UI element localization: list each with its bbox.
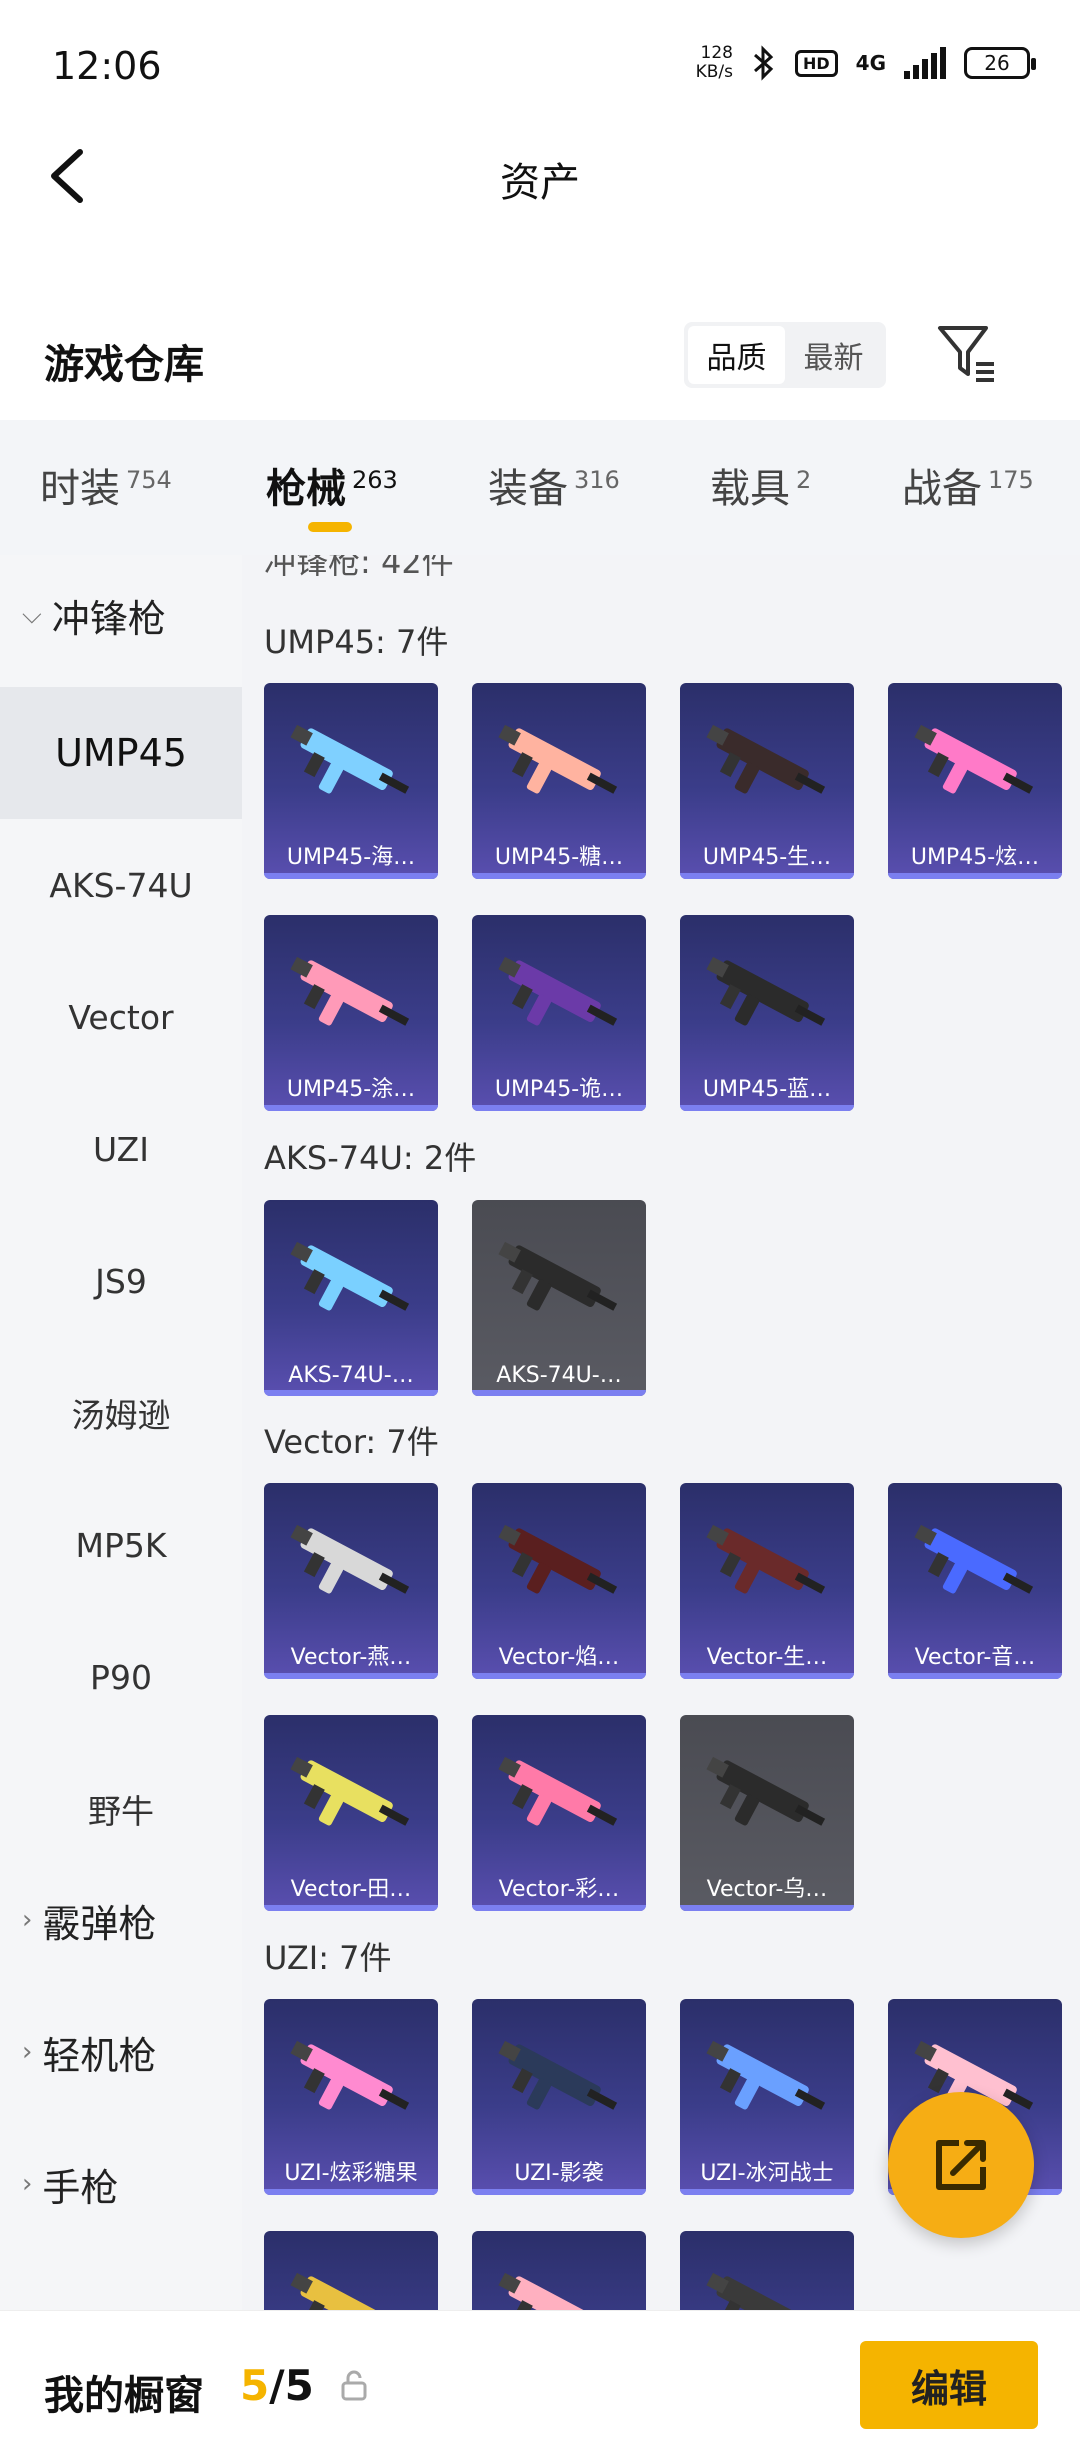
chevron-right-icon: ›: [22, 2169, 33, 2199]
weapon-card[interactable]: UMP45-海…: [264, 683, 438, 879]
share-fab[interactable]: [888, 2092, 1034, 2238]
warehouse-title: 游戏仓库: [44, 342, 204, 388]
sidebar-item-p90[interactable]: P90: [0, 1611, 242, 1743]
weapon-skin-image: [706, 1524, 826, 1594]
weapon-skin-image: [290, 2272, 393, 2310]
weapon-card[interactable]: [472, 2231, 646, 2310]
weapon-card[interactable]: UZI-炫彩糖果: [264, 1999, 438, 2195]
weapon-card[interactable]: Vector-燕…: [264, 1483, 438, 1679]
section-header: AKS-74U: 2件: [264, 1139, 477, 1177]
showcase-label: 我的橱窗: [44, 2373, 204, 2419]
weapon-card[interactable]: UMP45-糖…: [472, 683, 646, 879]
weapon-skin-image: [914, 724, 1034, 794]
network-type: 4G: [855, 51, 886, 75]
weapon-skin-image: [498, 724, 618, 794]
battery-icon: 26: [964, 47, 1036, 79]
status-time: 12:06: [52, 44, 162, 88]
weapon-skin-image: [706, 2040, 826, 2110]
weapon-skin-image: [706, 724, 826, 794]
sidebar-item-thompson[interactable]: 汤姆逊: [0, 1347, 242, 1479]
weapon-skin-image: [498, 1756, 618, 1826]
section-header: UZI: 7件: [264, 1939, 392, 1977]
bluetooth-icon: [753, 45, 774, 81]
weapon-skin-image: [290, 2040, 410, 2110]
weapon-card[interactable]: Vector-田…: [264, 1715, 438, 1911]
tab-equipment[interactable]: 装备 316: [488, 456, 620, 514]
weapon-skin-image: [498, 1524, 618, 1594]
chevron-down-icon: ⌵: [22, 599, 42, 630]
weapon-skin-image: [498, 2040, 618, 2110]
weapon-card[interactable]: [264, 2231, 438, 2310]
weapon-card[interactable]: UZI-影袭: [472, 1999, 646, 2195]
signal-icon: [904, 47, 946, 79]
sidebar-item-ump45[interactable]: UMP45: [0, 687, 242, 819]
sort-newest-button[interactable]: 最新: [785, 326, 882, 384]
weapon-sidebar: ⌵ 冲锋枪 UMP45 AKS-74U Vector UZI JS9 汤姆逊 MP…: [0, 555, 242, 2310]
status-bar: 12:06 128 KB/s HD 4G 26: [0, 0, 1080, 140]
hd-badge: HD: [794, 49, 838, 77]
weapon-card[interactable]: Vector-音…: [888, 1483, 1062, 1679]
weapon-skin-image: [498, 956, 618, 1026]
weapon-skin-image: [706, 2272, 809, 2310]
category-tabs: 时装 754 枪械 263 装备 316 载具 2 战备 175: [0, 420, 1080, 555]
weapon-card[interactable]: UMP45-炫…: [888, 683, 1062, 879]
tab-guns[interactable]: 枪械 263: [266, 456, 398, 532]
sidebar-item-aks74u[interactable]: AKS-74U: [0, 819, 242, 951]
weapon-card[interactable]: UMP45-蓝…: [680, 915, 854, 1111]
filter-icon[interactable]: [936, 322, 996, 382]
sidebar-group-lmg[interactable]: › 轻机枪: [0, 2017, 242, 2087]
sidebar-item-js9[interactable]: JS9: [0, 1215, 242, 1347]
sidebar-item-uzi[interactable]: UZI: [0, 1083, 242, 1215]
section-header-smg: 冲锋枪: 42件: [264, 555, 454, 581]
sort-toggle: 品质 最新: [684, 322, 886, 388]
tab-fashion[interactable]: 时装 754: [40, 456, 172, 514]
weapon-grid: 冲锋枪: 42件 UMP45: 7件 UMP45-海… UMP45-糖… UMP…: [242, 555, 1080, 2310]
weapon-skin-image: [290, 1524, 410, 1594]
weapon-card[interactable]: Vector-生…: [680, 1483, 854, 1679]
chevron-right-icon: ›: [22, 2037, 33, 2067]
tab-tactical[interactable]: 战备 175: [902, 456, 1034, 514]
sidebar-group-pistol[interactable]: › 手枪: [0, 2149, 242, 2219]
sidebar-item-mp5k[interactable]: MP5K: [0, 1479, 242, 1611]
weapon-skin-image: [498, 1241, 618, 1311]
section-header: Vector: 7件: [264, 1423, 439, 1461]
sidebar-item-bizon[interactable]: 野牛: [0, 1743, 242, 1875]
showcase-count: 5/5: [240, 2361, 314, 2410]
weapon-skin-image: [914, 1524, 1034, 1594]
weapon-card[interactable]: AKS-74U-…: [264, 1200, 438, 1396]
sidebar-group-shotgun[interactable]: › 霰弹枪: [0, 1885, 242, 1955]
page-title: 资产: [500, 160, 580, 206]
weapon-card[interactable]: Vector-乌…: [680, 1715, 854, 1911]
weapon-skin-image: [290, 956, 410, 1026]
external-link-icon: [936, 2140, 986, 2190]
weapon-skin-image: [290, 1756, 410, 1826]
status-icons: 128 KB/s HD 4G 26: [695, 43, 1036, 82]
sidebar-group-smg[interactable]: ⌵ 冲锋枪: [0, 585, 242, 645]
weapon-card[interactable]: UMP45-诡…: [472, 915, 646, 1111]
tab-vehicles[interactable]: 载具 2: [710, 456, 811, 514]
network-speed: 128 KB/s: [695, 43, 733, 82]
showcase-bar: 我的橱窗 5/5 编辑: [0, 2310, 1080, 2460]
section-header: UMP45: 7件: [264, 623, 449, 661]
weapon-card[interactable]: Vector-彩…: [472, 1715, 646, 1911]
weapon-card[interactable]: UMP45-涂…: [264, 915, 438, 1111]
weapon-skin-image: [706, 1756, 826, 1826]
weapon-skin-image: [706, 956, 826, 1026]
weapon-card[interactable]: Vector-焰…: [472, 1483, 646, 1679]
weapon-card[interactable]: UZI-冰河战士: [680, 1999, 854, 2195]
weapon-card[interactable]: AKS-74U-…: [472, 1200, 646, 1396]
weapon-skin-image: [290, 724, 410, 794]
weapon-skin-image: [498, 2272, 601, 2310]
weapon-skin-image: [290, 1241, 410, 1311]
edit-button[interactable]: 编辑: [860, 2341, 1038, 2429]
weapon-card[interactable]: UMP45-生…: [680, 683, 854, 879]
weapon-card[interactable]: [680, 2231, 854, 2310]
chevron-right-icon: ›: [22, 1905, 33, 1935]
sort-quality-button[interactable]: 品质: [688, 326, 785, 384]
sidebar-item-vector[interactable]: Vector: [0, 951, 242, 1083]
lock-icon: [341, 2370, 367, 2401]
